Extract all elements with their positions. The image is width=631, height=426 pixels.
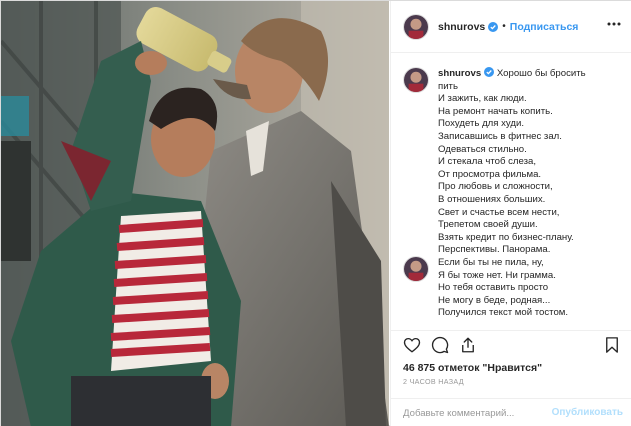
comment-bar: Опубликовать xyxy=(391,398,631,426)
caption-line: Свет и счастье всем нести, xyxy=(438,206,560,218)
publish-button[interactable]: Опубликовать xyxy=(552,407,623,418)
verified-badge-icon xyxy=(484,67,495,77)
caption-line: Не могу в беде, родная... xyxy=(438,294,551,306)
caption-line: Похудеть для худи. xyxy=(438,118,525,130)
post-header: shnurovs • Подписаться xyxy=(391,1,631,53)
caption-line: Я бы тоже нет. Ни грамма. xyxy=(438,269,556,281)
caption-line: Перспективы. Панорама. xyxy=(438,244,551,256)
author-username[interactable]: shnurovs xyxy=(438,21,485,33)
caption-line: Про любовь и сложности, xyxy=(438,181,553,193)
action-bar xyxy=(391,330,631,360)
caption-line: Хорошо бы бросить xyxy=(496,68,586,79)
caption-line: Получился текст мой тостом. xyxy=(438,307,569,319)
caption-username[interactable]: shnurovs xyxy=(438,68,481,79)
post-caption: shnurovs Хорошо бы бросить пить И зажить… xyxy=(438,67,628,320)
caption-line: И стекала чтоб слеза, xyxy=(438,156,537,168)
instagram-post: shnurovs • Подписаться shnurovs Хорошо б… xyxy=(0,0,631,426)
caption-line: Но тебя оставить просто xyxy=(438,282,549,294)
header-separator: • xyxy=(502,21,506,32)
post-photo[interactable] xyxy=(1,1,389,426)
comment-input[interactable] xyxy=(403,405,553,421)
caption-line-first: shnurovs Хорошо бы бросить xyxy=(438,67,628,81)
likes-count[interactable]: 46 875 отметок "Нравится" xyxy=(403,362,542,374)
follow-button[interactable]: Подписаться xyxy=(510,21,579,33)
caption-avatar[interactable] xyxy=(403,67,429,93)
caption-line: Одеваться стильно. xyxy=(438,143,527,155)
more-icon[interactable] xyxy=(607,21,621,27)
author-avatar[interactable] xyxy=(403,13,429,40)
post-photo-image xyxy=(1,1,389,426)
caption-line: Если бы ты не пила, ну, xyxy=(438,256,544,268)
share-icon[interactable] xyxy=(459,336,477,354)
post-panel: shnurovs • Подписаться shnurovs Хорошо б… xyxy=(390,1,631,426)
post-timestamp[interactable]: 2 ЧАСОВ НАЗАД xyxy=(403,377,464,386)
comments-area[interactable]: shnurovs Хорошо бы бросить пить И зажить… xyxy=(391,54,631,330)
caption-line: От просмотра фильма. xyxy=(438,168,542,180)
caption-line: В отношениях больших. xyxy=(438,193,546,205)
caption-line: И зажить, как люди. xyxy=(438,93,527,105)
comment-icon[interactable] xyxy=(431,336,449,354)
caption-line: Взять кредит по бизнес-плану. xyxy=(438,231,574,243)
caption-line: Трепетом своей души. xyxy=(438,219,538,231)
caption-line: пить xyxy=(438,80,458,92)
caption-avatar-continued[interactable] xyxy=(403,256,429,282)
caption-line: На ремонт начать копить. xyxy=(438,105,553,117)
heart-icon[interactable] xyxy=(403,336,421,354)
caption-line: Записавшись в фитнес зал. xyxy=(438,130,562,142)
bookmark-icon[interactable] xyxy=(603,336,621,354)
verified-badge-icon xyxy=(488,21,499,32)
